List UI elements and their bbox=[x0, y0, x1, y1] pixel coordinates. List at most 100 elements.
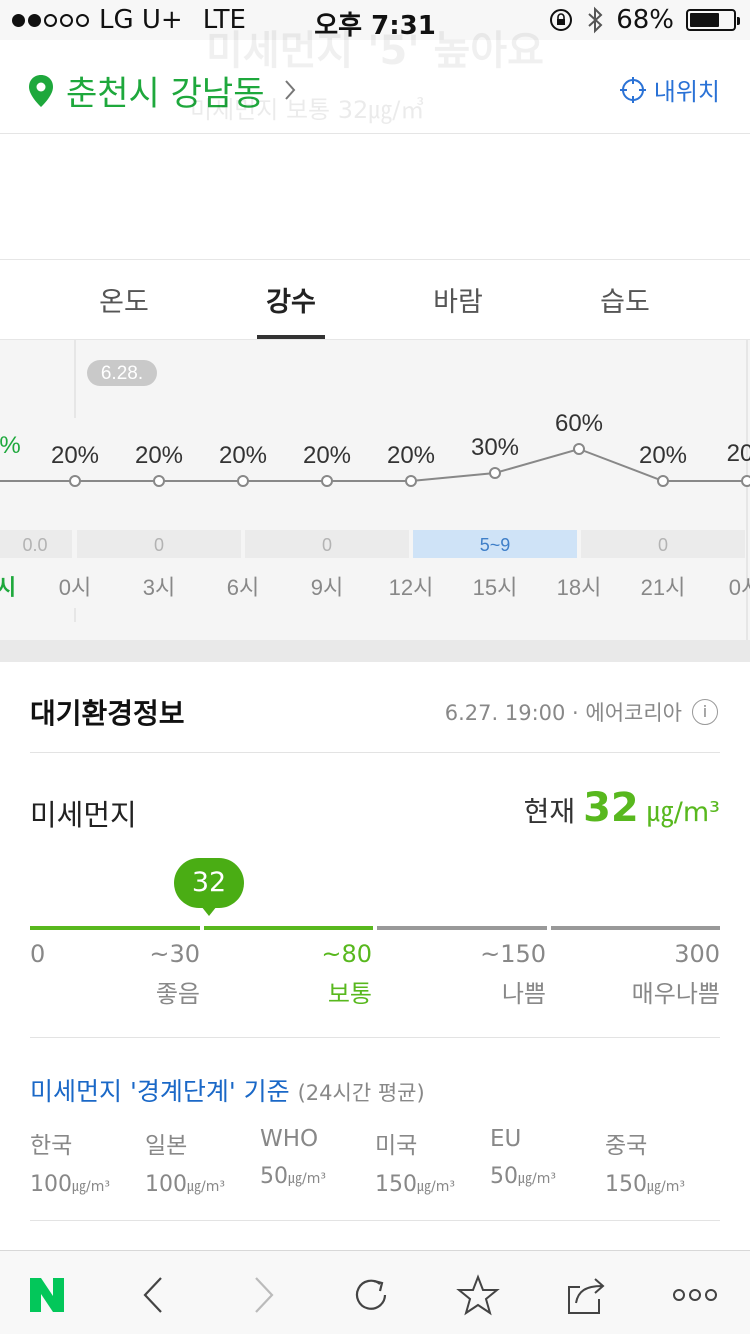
section-divider bbox=[0, 640, 750, 662]
value-label: 20% bbox=[639, 442, 687, 469]
more-button[interactable] bbox=[670, 1271, 720, 1319]
scale-bad-name: 나쁨 bbox=[501, 980, 546, 1008]
value-label: 20% bbox=[51, 442, 99, 469]
back-button[interactable] bbox=[129, 1271, 177, 1319]
data-point bbox=[741, 475, 750, 487]
alert-standard-subtitle: (24시간 평균) bbox=[297, 1081, 425, 1105]
current-fine-dust: 현재 32 ㎍/m³ bbox=[524, 785, 720, 831]
header-spacer bbox=[0, 134, 750, 260]
alert-standard-title[interactable]: 미세먼지 '경계단계' 기준 (24시간 평균) bbox=[30, 1072, 425, 1108]
data-point bbox=[153, 475, 165, 487]
naver-n-icon bbox=[30, 1278, 64, 1312]
my-location-button[interactable]: 내위치 bbox=[619, 72, 720, 107]
data-point bbox=[573, 443, 585, 455]
weather-tabs: 온도 강수 바람 습도 bbox=[0, 262, 750, 340]
current-unit: ㎍/m³ bbox=[646, 797, 720, 828]
more-icon bbox=[673, 1289, 717, 1301]
reload-icon bbox=[355, 1279, 387, 1310]
scale-segment-good bbox=[30, 926, 200, 930]
divider bbox=[30, 1220, 720, 1221]
air-quality-updated: 6.27. 19:00 · 에어코리아 bbox=[444, 701, 682, 725]
share-icon bbox=[568, 1278, 605, 1314]
scale-max-value: 300 bbox=[674, 940, 720, 968]
standard-value: 150 bbox=[605, 1172, 647, 1197]
tab-humidity[interactable]: 습도 bbox=[555, 280, 695, 319]
tab-temperature[interactable]: 온도 bbox=[54, 280, 194, 319]
forward-button[interactable] bbox=[240, 1271, 288, 1319]
data-point bbox=[405, 475, 417, 487]
bookmark-star-icon bbox=[456, 1274, 500, 1316]
value-label: 60% bbox=[555, 410, 603, 437]
standard-country: WHO bbox=[260, 1126, 319, 1152]
reload-button[interactable] bbox=[347, 1271, 395, 1319]
tab-precipitation[interactable]: 강수 bbox=[221, 280, 361, 319]
standard-value: 50 bbox=[260, 1164, 288, 1189]
scale-segment-normal bbox=[204, 926, 373, 930]
standard-who: WHO 50㎍/m³ bbox=[260, 1126, 380, 1189]
data-point bbox=[69, 475, 81, 487]
info-icon[interactable]: i bbox=[692, 699, 718, 725]
precipitation-amount: 0 bbox=[322, 535, 332, 555]
browser-toolbar bbox=[0, 1250, 750, 1334]
active-tab-indicator bbox=[257, 335, 325, 339]
value-label: 20% bbox=[219, 442, 267, 469]
tab-wind[interactable]: 바람 bbox=[388, 280, 528, 319]
standard-value: 100 bbox=[145, 1172, 187, 1197]
precipitation-amount: 0 bbox=[154, 535, 164, 555]
time-label: 15시 bbox=[473, 575, 518, 600]
alert-standard-heading: 미세먼지 '경계단계' 기준 bbox=[30, 1077, 290, 1106]
time-label: 21시 bbox=[641, 575, 686, 600]
standard-country: 일본 bbox=[145, 1133, 188, 1159]
standard-eu: EU 50㎍/m³ bbox=[490, 1126, 610, 1189]
standard-value: 50 bbox=[490, 1164, 518, 1189]
time-label: 0시 bbox=[59, 575, 91, 600]
standard-unit: ㎍/m³ bbox=[72, 1179, 110, 1195]
fine-dust-label: 미세먼지 bbox=[30, 798, 137, 832]
location-header: 춘천시 강남동 내위치 미세먼지 보통 32㎍/㎥ bbox=[0, 40, 750, 134]
precipitation-line bbox=[0, 447, 750, 482]
standard-unit: ㎍/m³ bbox=[288, 1171, 326, 1187]
share-button[interactable] bbox=[562, 1271, 610, 1319]
scale-bad-value: ~150 bbox=[480, 940, 546, 968]
divider bbox=[30, 752, 720, 753]
data-point bbox=[489, 467, 501, 479]
date-label: 6.28. bbox=[101, 363, 143, 384]
forward-icon bbox=[255, 1277, 274, 1313]
scale-segment-bad bbox=[377, 926, 547, 930]
data-point bbox=[321, 475, 333, 487]
current-value-bubble: 32 bbox=[174, 858, 244, 908]
naver-home-button[interactable] bbox=[23, 1271, 71, 1319]
standard-unit: ㎍/m³ bbox=[647, 1179, 685, 1195]
value-label: 20% bbox=[135, 442, 183, 469]
time-label: 3시 bbox=[143, 575, 175, 600]
standard-value: 100 bbox=[30, 1172, 72, 1197]
precipitation-chart[interactable]: 6.28. 20% 20% 20% 20% 20% 30% 60% 20%% 20 0.0 0 0 5~9… bbox=[0, 340, 750, 640]
scale-min-value: 0 bbox=[30, 940, 46, 968]
location-pin-icon bbox=[29, 75, 53, 107]
scale-normal-name: 보통 bbox=[327, 980, 372, 1008]
scale-very-bad-name: 매우나쁨 bbox=[631, 980, 720, 1008]
scale-good-name: 좋음 bbox=[155, 980, 200, 1008]
precipitation-chart-svg: 6.28. 20% 20% 20% 20% 20% 30% 60% 20%% 20 0.0 0 0 5~9… bbox=[0, 340, 750, 640]
standard-country: 한국 bbox=[30, 1133, 73, 1159]
time-label: 18시 bbox=[557, 575, 602, 600]
value-label: 30% bbox=[471, 434, 519, 461]
standard-country: EU bbox=[490, 1126, 522, 1152]
scale-segment-very-bad bbox=[551, 926, 720, 930]
bookmark-button[interactable] bbox=[454, 1271, 502, 1319]
current-label: 현재 bbox=[523, 795, 576, 828]
value-label: 20% bbox=[387, 442, 435, 469]
value-label-partial: 20 bbox=[727, 440, 750, 467]
my-location-label: 내위치 bbox=[653, 78, 720, 106]
data-point bbox=[657, 475, 669, 487]
value-label: 20% bbox=[303, 442, 351, 469]
standard-unit: ㎍/m³ bbox=[187, 1179, 225, 1195]
scale-good-value: ~30 bbox=[149, 940, 200, 968]
standard-country: 중국 bbox=[605, 1133, 648, 1159]
crosshair-icon bbox=[619, 76, 646, 103]
standard-unit: ㎍/m³ bbox=[518, 1171, 556, 1187]
standard-value: 150 bbox=[375, 1172, 417, 1197]
time-label: 12시 bbox=[389, 575, 434, 600]
scale-normal-value: ~80 bbox=[321, 940, 372, 968]
divider bbox=[30, 1037, 720, 1038]
